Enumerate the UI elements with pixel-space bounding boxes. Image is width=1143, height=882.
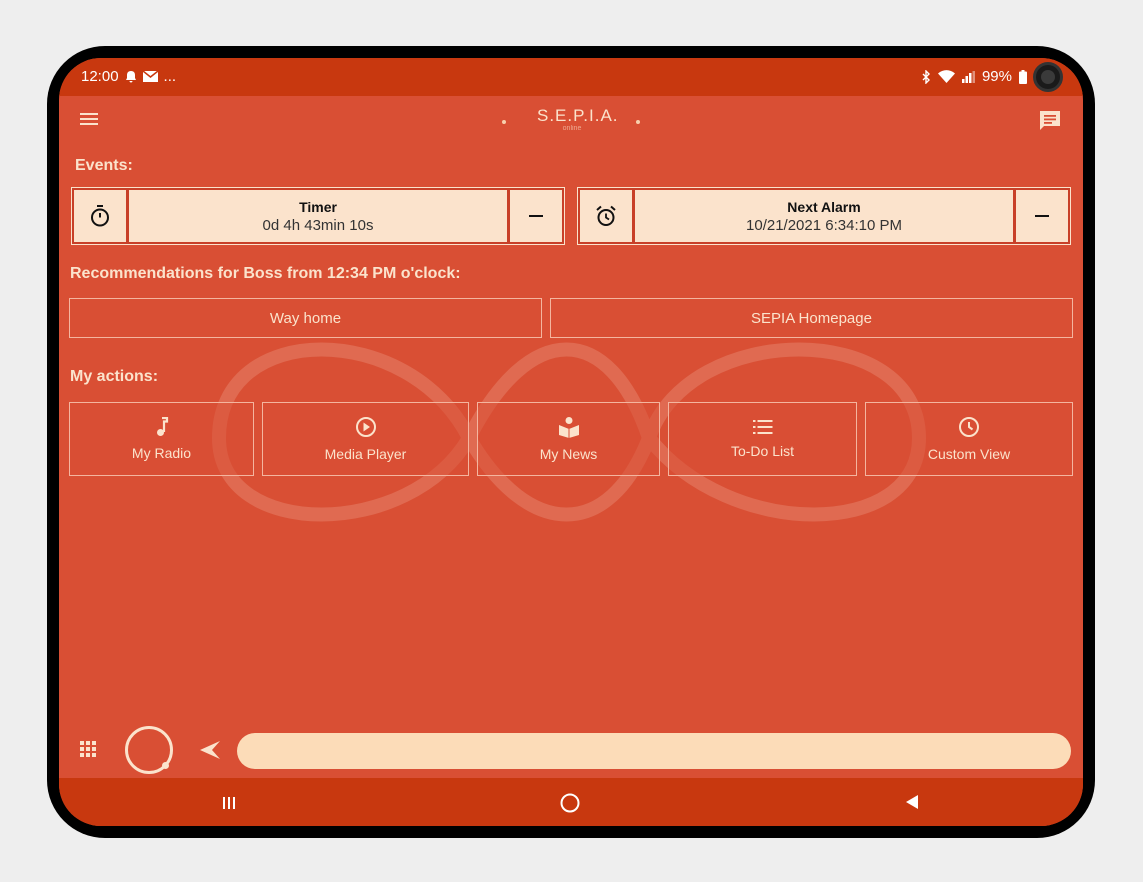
list-icon xyxy=(752,420,772,434)
action-label: My News xyxy=(539,446,598,462)
send-icon[interactable] xyxy=(199,740,221,760)
system-navigation-bar xyxy=(59,778,1083,826)
microphone-button[interactable] xyxy=(125,726,173,774)
battery-percent: 99% xyxy=(981,68,1012,85)
minus-icon xyxy=(529,215,543,217)
remove-alarm-button[interactable] xyxy=(1016,190,1068,242)
action-label: To-Do List xyxy=(730,443,795,459)
action-media-player[interactable]: Media Player xyxy=(262,402,469,476)
logo-subtitle: online xyxy=(562,125,582,132)
home-icon[interactable] xyxy=(559,792,581,814)
wifi-icon xyxy=(937,70,955,83)
notification-bell-icon xyxy=(125,71,136,83)
action-label: My Radio xyxy=(131,445,192,461)
mail-icon xyxy=(142,71,158,82)
alarm-event-card[interactable]: Next Alarm 10/21/2021 6:34:10 PM xyxy=(577,187,1071,245)
action-my-radio[interactable]: My Radio xyxy=(69,402,254,476)
news-reader-icon xyxy=(558,417,579,438)
logo-title: S.E.P.I.A. xyxy=(537,106,619,125)
stopwatch-icon xyxy=(91,205,109,227)
header-dot-left xyxy=(502,120,506,124)
front-camera xyxy=(1033,62,1063,92)
chat-input[interactable] xyxy=(237,733,1071,769)
recommendation-way-home[interactable]: Way home xyxy=(69,298,542,338)
apps-grid-icon[interactable] xyxy=(79,740,97,758)
action-custom-view[interactable]: Custom View xyxy=(865,402,1073,476)
remove-timer-button[interactable] xyxy=(510,190,562,242)
music-note-icon xyxy=(156,417,168,436)
timer-value: 0d 4h 43min 10s xyxy=(262,216,374,234)
clock-icon xyxy=(959,417,979,437)
recommendation-sepia-homepage[interactable]: SEPIA Homepage xyxy=(550,298,1073,338)
app-screen: 12:00 ... 99% S.E.P.I.A. online Events: … xyxy=(59,58,1083,826)
signal-icon xyxy=(961,70,975,83)
action-label: Media Player xyxy=(324,446,407,462)
header-dot-right xyxy=(636,120,640,124)
bluetooth-icon xyxy=(922,69,930,84)
alarm-clock-icon xyxy=(596,205,616,226)
chat-icon[interactable] xyxy=(1039,110,1061,132)
timer-info: Timer 0d 4h 43min 10s xyxy=(129,190,507,242)
battery-icon xyxy=(1019,69,1027,84)
recent-apps-icon[interactable] xyxy=(222,796,236,810)
alarm-value: 10/21/2021 6:34:10 PM xyxy=(746,216,902,234)
action-todo-list[interactable]: To-Do List xyxy=(668,402,857,476)
action-label: Custom View xyxy=(927,446,1011,462)
sepia-logo: S.E.P.I.A. online xyxy=(537,106,619,132)
menu-button[interactable] xyxy=(79,110,103,132)
recommendations-title: Recommendations for Boss from 12:34 PM o… xyxy=(70,265,461,282)
app-header: S.E.P.I.A. online xyxy=(59,96,1083,148)
status-bar: 12:00 ... 99% xyxy=(59,58,1083,96)
events-title: Events: xyxy=(75,157,133,174)
play-circle-icon xyxy=(355,417,376,437)
alarm-title: Next Alarm xyxy=(787,198,861,215)
action-my-news[interactable]: My News xyxy=(477,402,660,476)
input-bar xyxy=(59,720,1083,780)
status-time: 12:00 xyxy=(81,68,119,85)
actions-title: My actions: xyxy=(70,368,159,385)
minus-icon xyxy=(1035,215,1049,217)
back-icon[interactable] xyxy=(904,794,920,810)
alarm-info: Next Alarm 10/21/2021 6:34:10 PM xyxy=(635,190,1013,242)
timer-event-card[interactable]: Timer 0d 4h 43min 10s xyxy=(71,187,565,245)
status-more: ... xyxy=(163,68,177,85)
timer-title: Timer xyxy=(299,198,337,215)
